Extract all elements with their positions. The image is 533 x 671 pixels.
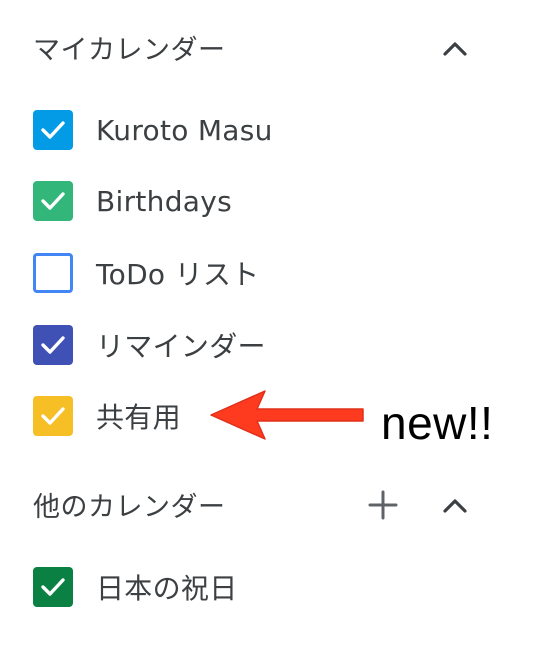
arrow-icon — [210, 390, 364, 440]
calendar-label: Birthdays — [96, 184, 233, 218]
check-icon — [41, 192, 65, 210]
chevron-up-icon[interactable] — [437, 488, 473, 524]
check-icon — [41, 407, 65, 425]
chevron-up-icon[interactable] — [437, 31, 473, 67]
check-icon — [41, 578, 65, 596]
annotation-text: new!! — [381, 397, 494, 449]
check-icon — [41, 121, 65, 139]
calendar-item-shared[interactable]: 共有用 — [33, 394, 181, 438]
checkbox-checked[interactable] — [33, 110, 73, 150]
calendar-label: ToDo リスト — [96, 258, 260, 291]
calendar-label: リマインダー — [96, 330, 266, 363]
calendar-item-todo-list[interactable]: ToDo リスト — [33, 251, 259, 295]
checkbox-checked[interactable] — [33, 567, 73, 607]
calendar-label: 共有用 — [96, 401, 181, 434]
calendar-label: 日本の祝日 — [96, 572, 238, 605]
checkbox-checked[interactable] — [33, 325, 73, 365]
other-calendars-title[interactable]: 他のカレンダー — [33, 485, 226, 524]
check-icon — [41, 336, 65, 354]
checkbox-checked[interactable] — [33, 181, 73, 221]
checkbox-checked[interactable] — [33, 396, 73, 436]
calendar-item-kuroto-masu[interactable]: Kuroto Masu — [33, 108, 273, 152]
calendar-item-reminders[interactable]: リマインダー — [33, 323, 266, 367]
calendar-item-birthdays[interactable]: Birthdays — [33, 179, 232, 223]
plus-icon[interactable] — [363, 485, 403, 525]
my-calendars-title[interactable]: マイカレンダー — [33, 28, 226, 67]
calendar-item-japan-holidays[interactable]: 日本の祝日 — [33, 565, 238, 609]
checkbox-unchecked[interactable] — [33, 253, 73, 293]
calendar-label: Kuroto Masu — [96, 113, 273, 147]
